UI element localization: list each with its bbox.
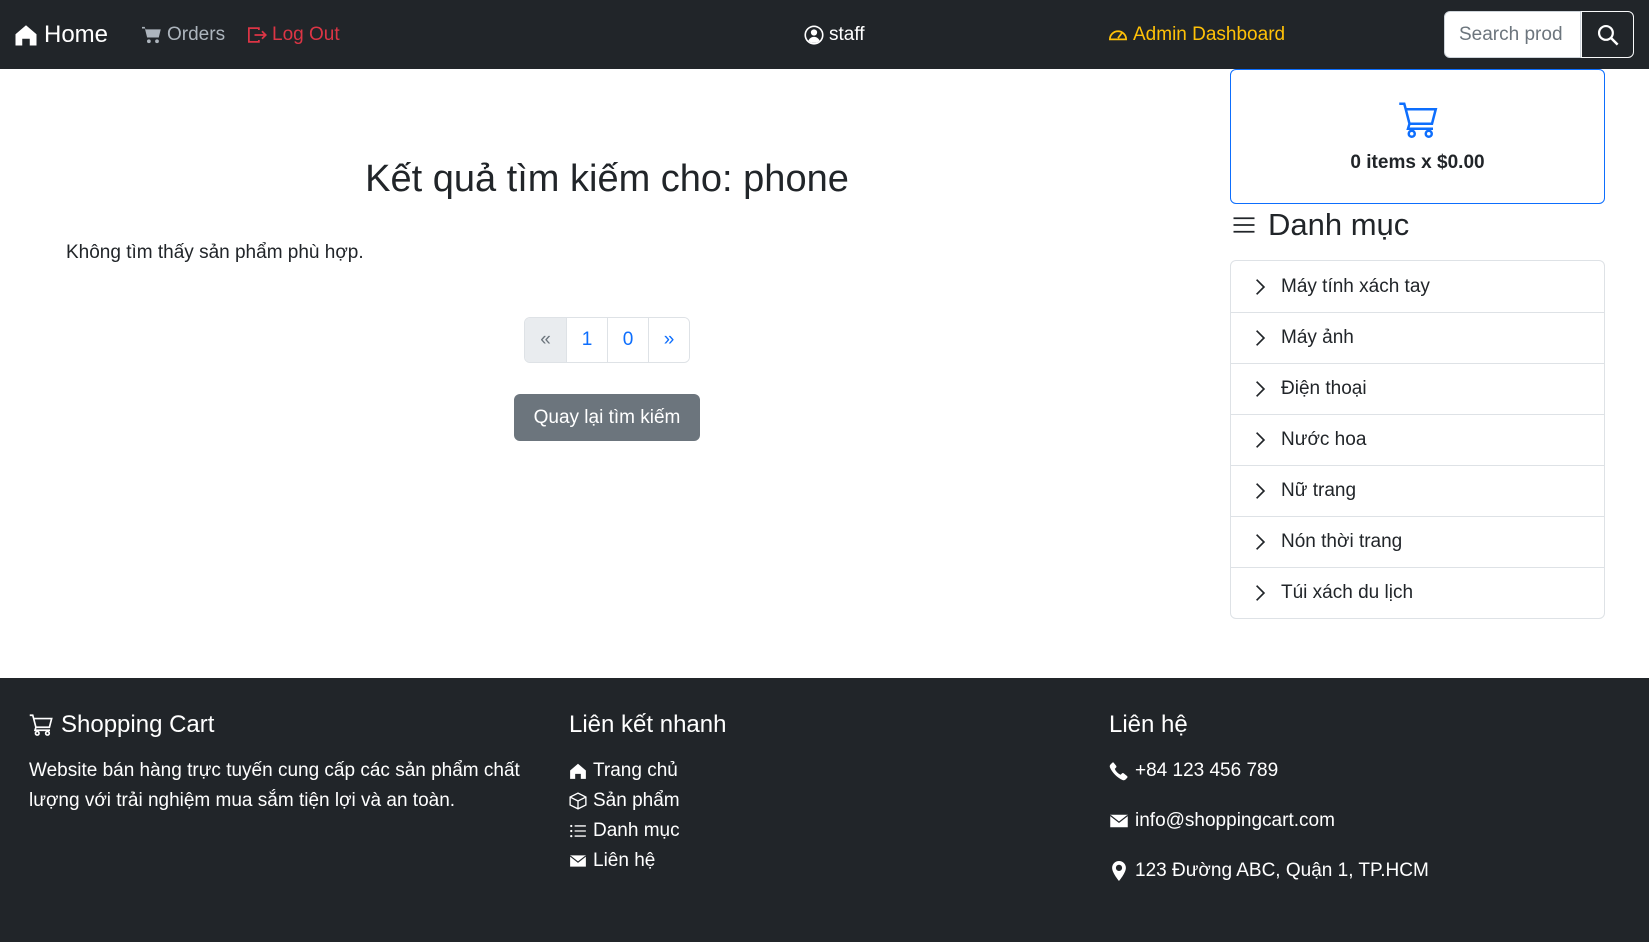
categories-heading-label: Danh mục [1268, 207, 1410, 242]
category-label: Máy ảnh [1281, 327, 1354, 348]
footer-email-value: info@shoppingcart.com [1135, 810, 1335, 831]
category-item-camera[interactable]: Máy ảnh [1231, 312, 1604, 363]
envelope-icon [569, 855, 587, 867]
footer-brand-label: Shopping Cart [61, 711, 215, 738]
search-icon [1597, 24, 1619, 46]
house-icon [570, 763, 586, 779]
category-item-hats[interactable]: Nón thời trang [1231, 516, 1604, 567]
footer-brand-column: Shopping Cart Website bán hàng trực tuyế… [29, 708, 549, 816]
nav-orders-label: Orders [167, 24, 226, 45]
pagination-page-1[interactable]: 1 [566, 318, 607, 362]
category-label: Điện thoại [1281, 378, 1367, 399]
speedometer-icon [1108, 30, 1128, 41]
categories-heading: Danh mục [1232, 204, 1409, 246]
list-icon [1233, 217, 1255, 233]
back-to-search-button[interactable]: Quay lại tìm kiếm [514, 394, 700, 441]
nav-logout-link[interactable]: Log Out [247, 21, 340, 49]
footer-phone-value: +84 123 456 789 [1135, 760, 1279, 781]
nav-home-link[interactable]: Home [14, 18, 108, 52]
category-label: Túi xách du lịch [1281, 582, 1414, 603]
chevron-right-icon [1256, 585, 1266, 601]
user-circle-icon [804, 25, 824, 45]
envelope-icon [1109, 814, 1129, 828]
footer: Shopping Cart Website bán hàng trực tuyế… [0, 678, 1649, 942]
footer-brand-heading: Shopping Cart [29, 708, 549, 742]
cart-summary-text: 0 items x $0.00 [1350, 151, 1485, 173]
nav-user-label: staff [829, 24, 865, 45]
footer-links-heading: Liên kết nhanh [569, 711, 727, 738]
category-label: Nước hoa [1281, 429, 1367, 450]
footer-contact-column: Liên hệ +84 123 456 789 info@shoppingcar… [1109, 708, 1429, 906]
nav-orders-link[interactable]: Orders [142, 21, 225, 49]
footer-address: 123 Đường ABC, Quận 1, TP.HCM [1109, 856, 1429, 886]
footer-link-label: Trang chủ [593, 760, 678, 781]
pagination-next[interactable]: » [648, 318, 689, 362]
search-button[interactable] [1581, 11, 1634, 58]
search-input[interactable] [1444, 11, 1581, 58]
nav-user: staff [804, 21, 865, 49]
chevron-right-icon [1256, 432, 1266, 448]
category-list: Máy tính xách tay Máy ảnh Điện thoại Nướ… [1230, 260, 1605, 619]
chevron-right-icon [1256, 483, 1266, 499]
phone-icon [1109, 762, 1128, 781]
footer-brand-description: Website bán hàng trực tuyến cung cấp các… [29, 760, 520, 811]
category-label: Máy tính xách tay [1281, 275, 1430, 297]
category-item-travel-bags[interactable]: Túi xách du lịch [1231, 567, 1604, 618]
footer-link-home[interactable]: Trang chủ [569, 756, 726, 786]
pagination-previous[interactable]: « [525, 318, 566, 362]
footer-link-contact[interactable]: Liên hệ [569, 846, 726, 876]
category-item-jewelry[interactable]: Nữ trang [1231, 465, 1604, 516]
nav-logout-label: Log Out [272, 24, 340, 45]
cart-icon [29, 714, 53, 736]
footer-link-categories[interactable]: Danh mục [569, 816, 726, 846]
footer-contact-heading: Liên hệ [1109, 711, 1188, 738]
top-navbar: Home Orders Log Out staff Admin Dashboar… [0, 0, 1649, 69]
footer-link-label: Liên hệ [593, 850, 656, 871]
page-title: Kết quả tìm kiếm cho: phone [365, 158, 849, 200]
location-pin-icon [1112, 861, 1126, 881]
category-item-perfume[interactable]: Nước hoa [1231, 414, 1604, 465]
footer-link-products[interactable]: Sản phẩm [569, 786, 726, 816]
cart-icon [142, 26, 161, 44]
cart-summary-box[interactable]: 0 items x $0.00 [1230, 69, 1605, 204]
category-item-laptop[interactable]: Máy tính xách tay [1231, 261, 1604, 312]
chevron-right-icon [1256, 330, 1266, 346]
footer-links-column: Liên kết nhanh Trang chủ Sản phẩm Danh m… [569, 708, 726, 876]
cart-icon [1398, 102, 1437, 138]
category-label: Nữ trang [1281, 480, 1357, 501]
logout-icon [248, 27, 267, 43]
category-label: Nón thời trang [1281, 531, 1403, 552]
box-icon [569, 792, 587, 810]
pagination-page-0[interactable]: 0 [607, 318, 648, 362]
list-icon [570, 824, 586, 838]
category-item-phone[interactable]: Điện thoại [1231, 363, 1604, 414]
footer-email: info@shoppingcart.com [1109, 806, 1429, 836]
pagination: « 1 0 » [524, 317, 690, 363]
nav-home-label: Home [44, 21, 109, 48]
no-result-message: Không tìm thấy sản phẩm phù hợp. [66, 242, 364, 263]
house-icon [15, 25, 37, 46]
footer-address-value: 123 Đường ABC, Quận 1, TP.HCM [1135, 860, 1429, 881]
footer-phone: +84 123 456 789 [1109, 756, 1429, 786]
footer-link-label: Danh mục [593, 820, 680, 841]
nav-admin-dashboard-link[interactable]: Admin Dashboard [1108, 21, 1285, 49]
nav-admin-label: Admin Dashboard [1133, 24, 1286, 45]
footer-link-label: Sản phẩm [593, 790, 680, 811]
chevron-right-icon [1256, 534, 1266, 550]
chevron-right-icon [1256, 278, 1266, 295]
chevron-right-icon [1256, 381, 1266, 397]
